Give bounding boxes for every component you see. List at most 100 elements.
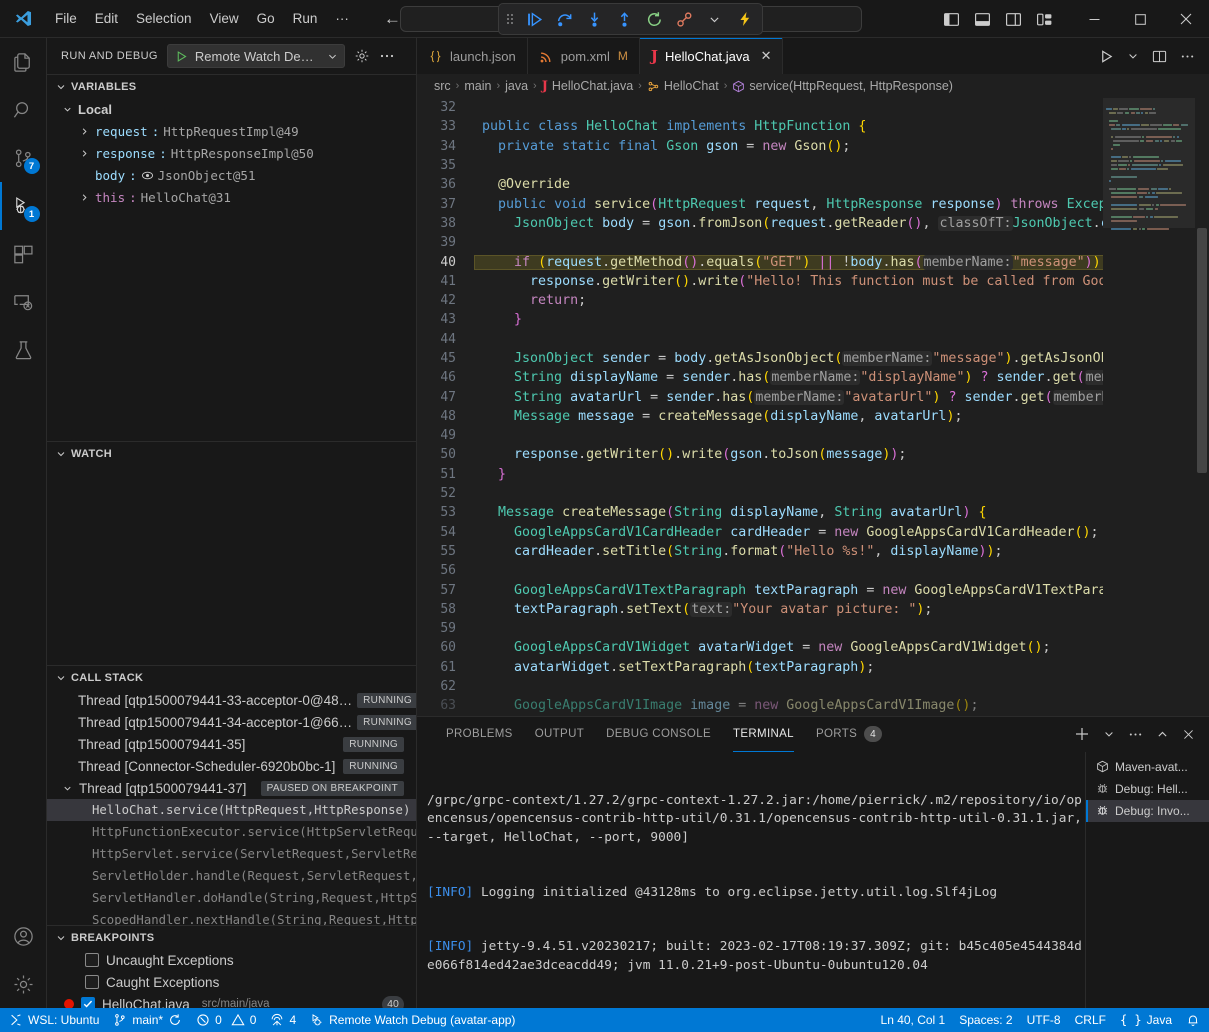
panel-tab-debug-console[interactable]: DEBUG CONSOLE [595,717,722,752]
step-out-button[interactable] [615,10,634,29]
disconnect-button[interactable] [675,10,694,29]
arrow-left-icon[interactable]: ← [384,10,401,27]
activity-item-search[interactable] [0,86,47,134]
status-problems[interactable]: 0 0 [189,1008,263,1032]
activity-item-accounts[interactable] [0,912,47,960]
terminal-instance-debug-invoker[interactable]: Debug: Invo... [1086,800,1209,822]
close-icon[interactable] [1182,728,1195,741]
toggle-panel-icon[interactable] [974,11,991,28]
menu-edit[interactable]: Edit [86,7,127,30]
eye-icon[interactable] [141,169,154,182]
variable-row-this[interactable]: this: HelloChat@31 [47,186,416,208]
call-stack-thread[interactable]: Thread [qtp1500079441-34-acceptor-1@66… … [47,711,416,733]
menu-file[interactable]: File [46,7,86,30]
panel-tab-problems[interactable]: PROBLEMS [435,717,524,752]
status-language-mode[interactable]: { } Java [1113,1008,1179,1032]
minimap-slider[interactable] [1103,98,1195,228]
call-stack-frame[interactable]: ServletHandler.doHandle(String,Request,H… [47,887,416,909]
chevron-up-icon[interactable] [1156,728,1169,741]
checkbox[interactable] [81,997,95,1008]
breadcrumb-src[interactable]: src [434,79,451,93]
breakpoint-dot-icon[interactable] [64,999,74,1008]
sidebar-more-actions-icon[interactable] [379,48,395,64]
editor-vertical-scrollbar[interactable] [1195,98,1209,716]
variable-row-request[interactable]: request: HttpRequestImpl@49 [47,120,416,142]
chevron-down-icon[interactable] [327,51,338,62]
minimap[interactable] [1103,98,1195,716]
activity-item-settings[interactable] [0,960,47,1008]
hot-reload-button[interactable] [735,10,754,29]
call-stack-thread-paused[interactable]: Thread [qtp1500079441-37] PAUSED ON BREA… [47,777,416,799]
status-remote-indicator[interactable]: WSL: Ubuntu [2,1008,106,1032]
sync-icon[interactable] [168,1013,182,1027]
call-stack-frame[interactable]: HttpFunctionExecutor.service(HttpServlet… [47,821,416,843]
call-stack-frame[interactable]: ServletHolder.handle(Request,ServletRequ… [47,865,416,887]
checkbox[interactable] [85,975,99,989]
launch-config-dropdown[interactable]: Remote Watch Debug [167,44,345,68]
call-stack-frame[interactable]: HttpServlet.service(ServletRequest,Servl… [47,843,416,865]
step-over-button[interactable] [555,10,574,29]
variables-pane-header[interactable]: VARIABLES [47,75,416,98]
debug-more-button[interactable] [705,10,724,29]
panel-tab-output[interactable]: OUTPUT [524,717,595,752]
call-stack-thread[interactable]: Thread [qtp1500079441-33-acceptor-0@48… … [47,689,416,711]
call-stack-pane-header[interactable]: CALL STACK [47,666,416,689]
tab-launch-json[interactable]: launch.json [417,38,528,74]
checkbox[interactable] [85,953,99,967]
debug-settings-gear-icon[interactable] [354,48,370,64]
menu-view[interactable]: View [201,7,248,30]
menu-selection[interactable]: Selection [127,7,201,30]
status-ports[interactable]: 4 [263,1008,303,1032]
call-stack-thread[interactable]: Thread [Connector-Scheduler-6920b0bc-1] … [47,755,416,777]
activity-item-explorer[interactable] [0,38,47,86]
menu-more[interactable]: ··· [326,7,358,30]
status-debug-session[interactable]: Remote Watch Debug (avatar-app) [303,1008,522,1032]
call-stack-frame[interactable]: HelloChat.service(HttpRequest,HttpRespon… [47,799,416,821]
scrollbar-thumb[interactable] [1197,228,1207,473]
chevron-right-icon[interactable] [78,126,91,137]
activity-item-extensions[interactable] [0,230,47,278]
chevron-down-icon[interactable] [1103,728,1115,740]
breadcrumb-java[interactable]: java [505,79,528,93]
run-icon[interactable] [1099,49,1114,64]
minimize-button[interactable] [1071,0,1117,38]
customize-layout-icon[interactable] [1036,11,1053,28]
menu-go[interactable]: Go [248,7,284,30]
ellipsis-icon[interactable] [1180,49,1195,64]
panel-tab-ports[interactable]: PORTS 4 [805,717,893,752]
status-indentation[interactable]: Spaces: 2 [952,1008,1019,1032]
close-button[interactable] [1163,0,1209,38]
status-notifications[interactable] [1179,1008,1207,1032]
drag-handle-icon[interactable] [507,14,514,24]
status-cursor-position[interactable]: Ln 40, Col 1 [874,1008,953,1032]
status-eol[interactable]: CRLF [1068,1008,1113,1032]
tab-hellochat-java[interactable]: J HelloChat.java ✕ [640,38,784,74]
breadcrumb-class[interactable]: HelloChat [647,79,719,93]
toggle-primary-sidebar-icon[interactable] [943,11,960,28]
tab-pom-xml[interactable]: pom.xml M [528,38,640,74]
call-stack-thread[interactable]: Thread [qtp1500079441-35] RUNNING [47,733,416,755]
close-icon[interactable]: ✕ [761,48,772,64]
split-editor-icon[interactable] [1152,49,1167,64]
activity-item-remote-explorer[interactable] [0,278,47,326]
code-lines[interactable]: 32 33public class HelloChat implements H… [417,98,1103,716]
plus-icon[interactable] [1074,726,1090,742]
variable-row-body[interactable]: body: JsonObject@51 [47,164,416,186]
watch-pane-header[interactable]: WATCH [47,442,416,465]
variable-row-response[interactable]: response: HttpResponseImpl@50 [47,142,416,164]
toggle-secondary-sidebar-icon[interactable] [1005,11,1022,28]
terminal-instance-maven[interactable]: Maven-avat... [1086,756,1209,778]
continue-button[interactable] [525,10,544,29]
variable-scope-local[interactable]: Local [47,98,416,120]
panel-tab-terminal[interactable]: TERMINAL [722,717,805,752]
breadcrumb-file[interactable]: J HelloChat.java [542,79,633,94]
activity-item-run-and-debug[interactable]: 1 [0,182,47,230]
start-debug-icon[interactable] [175,50,188,63]
step-into-button[interactable] [585,10,604,29]
chevron-down-icon[interactable] [61,783,74,794]
chevron-down-icon[interactable] [1127,50,1139,62]
breakpoints-pane-header[interactable]: BREAKPOINTS [47,926,416,949]
terminal-instance-debug-hello[interactable]: Debug: Hell... [1086,778,1209,800]
chevron-right-icon[interactable] [78,192,91,203]
call-stack-frame[interactable]: ScopedHandler.nextHandle(String,Request,… [47,909,416,925]
